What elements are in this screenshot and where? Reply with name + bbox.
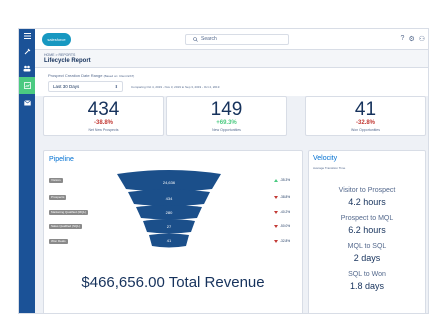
logo-text: salesforce (47, 37, 66, 42)
conversion-rate: -35.3% (274, 178, 290, 182)
funnel-value: 434 (166, 196, 173, 201)
conversion-value: -38.8% (280, 195, 291, 199)
velocity-subtitle: Average Transition Time (313, 166, 346, 170)
stage-label-visitors: Visitors (49, 178, 63, 183)
funnel-value: 280 (166, 210, 173, 215)
users-icon[interactable] (19, 60, 35, 77)
stage-label-won: Won Deals (49, 239, 68, 244)
help-icon[interactable]: ? (401, 35, 405, 43)
page-title: Lifecycle Report (44, 58, 91, 64)
conversion-value: -32.8% (280, 239, 291, 243)
kpi-label: New Opportunities (212, 128, 241, 132)
velocity-value: 1.8 days (349, 281, 385, 291)
filter-bar: Prospect Creation Date Range (Based on: … (35, 68, 428, 96)
conversion-rate: -38.8% (274, 195, 290, 199)
menu-icon[interactable] (19, 29, 35, 43)
arrow-down-icon (274, 239, 278, 243)
kpi-change: +69.3% (216, 120, 237, 126)
kpi-change: -38.8% (93, 120, 113, 126)
velocity-value: 6.2 hours (348, 225, 386, 235)
gear-icon[interactable]: ⚙ (408, 35, 414, 43)
app-window: salesforce Search ? ⚙ ⚇ HOME > REPORTS L… (18, 28, 429, 314)
conversion-rate: -40.2% (274, 210, 290, 214)
date-range-label-note: (Based on: Client EST) (103, 74, 135, 78)
kpi-value: 41 (354, 99, 377, 120)
stage-label-sql: Sales Qualified (SQL) (49, 224, 83, 229)
page-header: HOME > REPORTS Lifecycle Report (35, 50, 428, 68)
velocity-label: SQL to Won (348, 271, 386, 278)
velocity-card: Velocity Average Transition Time Visitor… (308, 150, 426, 313)
conversion-value: -35.3% (280, 178, 291, 182)
funnel-value: 24,636 (163, 180, 176, 185)
kpi-label: Won Opportunities (351, 128, 380, 132)
kpi-label: Net New Prospects (88, 128, 119, 132)
funnel-value: 41 (167, 238, 172, 243)
total-revenue: $466,656.00 Total Revenue (81, 274, 265, 291)
pipeline-card: Pipeline 24,636 434 280 27 41 Visitors P… (43, 150, 303, 313)
conversion-rate: -32.8% (274, 239, 290, 243)
search-input[interactable]: Search (185, 34, 289, 45)
mail-icon[interactable] (19, 94, 35, 111)
pipeline-funnel: 24,636 434 280 27 41 (117, 170, 221, 248)
left-nav (19, 29, 35, 313)
kpi-change: -32.8% (355, 120, 375, 126)
velocity-value: 2 days (353, 253, 381, 263)
kpi-card-opportunities: 149 +69.3% New Opportunities (166, 96, 287, 136)
conversion-rate: -50.0% (274, 224, 290, 228)
screenshot-frame: salesforce Search ? ⚙ ⚇ HOME > REPORTS L… (0, 0, 444, 331)
date-range-label: Prospect Creation Date Range (Based on: … (48, 73, 134, 78)
chevron-updown-icon: ⬍ (114, 84, 118, 89)
date-range-label-text: Prospect Creation Date Range (48, 73, 103, 78)
conversion-value: -50.0% (280, 224, 291, 228)
velocity-label: MQL to SQL (347, 243, 387, 250)
date-range-value: Last 30 Days (53, 84, 80, 89)
date-range-select[interactable]: Last 30 Days ⬍ (48, 81, 123, 92)
breadcrumb[interactable]: HOME > REPORTS (44, 53, 75, 57)
chart-icon[interactable] (19, 77, 35, 94)
user-icon[interactable]: ⚇ (419, 35, 425, 43)
conversion-value: -40.2% (280, 210, 291, 214)
kpi-value: 434 (87, 99, 120, 120)
arrow-down-icon (274, 195, 278, 199)
arrow-up-icon (274, 178, 278, 182)
search-placeholder: Search (201, 36, 217, 42)
comparing-text: Comparing Oct 4, 2019 - Nov 3, 2019 to S… (131, 85, 220, 89)
velocity-title: Velocity (313, 155, 338, 162)
top-bar: salesforce Search ? ⚙ ⚇ (35, 29, 428, 50)
stage-label-mql: Marketing Qualified (MQL) (49, 210, 89, 215)
kpi-value: 149 (210, 99, 243, 120)
search-icon (193, 37, 198, 42)
velocity-value: 4.2 hours (348, 197, 386, 207)
tools-icon[interactable] (19, 43, 35, 60)
stage-label-prospects: Prospects (49, 195, 67, 200)
arrow-down-icon (274, 224, 278, 228)
arrow-down-icon (274, 210, 278, 214)
kpi-card-prospects: 434 -38.8% Net New Prospects (43, 96, 164, 136)
funnel-value: 27 (167, 224, 172, 229)
velocity-label: Prospect to MQL (340, 215, 394, 222)
brand-logo[interactable]: salesforce (42, 33, 71, 46)
top-icons: ? ⚙ ⚇ (401, 35, 425, 43)
kpi-card-won: 41 -32.8% Won Opportunities (305, 96, 426, 136)
velocity-label: Visitor to Prospect (338, 187, 396, 194)
